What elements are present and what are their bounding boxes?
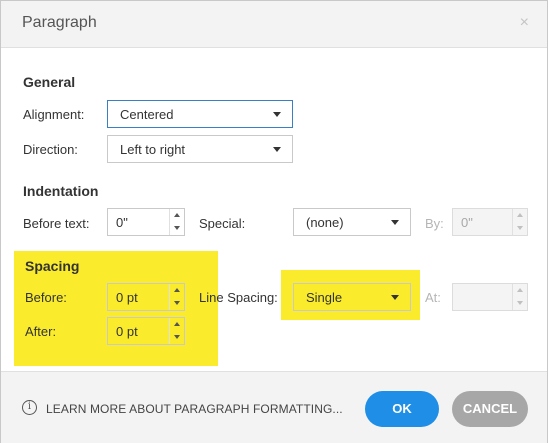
special-label: Special: <box>199 216 246 231</box>
after-label: After: <box>25 324 57 339</box>
direction-select[interactable]: Left to right <box>107 135 293 163</box>
at-label: At: <box>425 290 441 305</box>
alignment-select[interactable]: Centered <box>107 100 293 128</box>
line-spacing-label: Line Spacing: <box>199 290 278 305</box>
decrement-arrow-icon[interactable] <box>170 222 184 235</box>
info-icon[interactable]: i <box>22 400 37 415</box>
general-heading: General <box>23 74 76 90</box>
special-select[interactable]: (none) <box>293 208 411 236</box>
alignment-value: Centered <box>120 107 174 122</box>
direction-value: Left to right <box>120 142 186 157</box>
before-text-stepper[interactable]: 0" <box>107 208 185 236</box>
spacing-before-value: 0 pt <box>116 290 138 305</box>
chevron-down-icon <box>273 147 281 152</box>
spacing-before-stepper[interactable]: 0 pt <box>107 283 185 311</box>
increment-arrow-icon[interactable] <box>170 209 184 222</box>
spacing-after-value: 0 pt <box>116 324 138 339</box>
before-label: Before: <box>25 290 67 305</box>
decrement-arrow-icon[interactable] <box>513 222 527 235</box>
dialog-footer: i LEARN MORE ABOUT PARAGRAPH FORMATTING.… <box>1 371 547 443</box>
special-value: (none) <box>306 215 344 230</box>
close-icon[interactable]: × <box>520 14 529 32</box>
indentation-heading: Indentation <box>23 183 99 199</box>
before-text-label: Before text: <box>23 216 90 231</box>
direction-label: Direction: <box>23 142 78 157</box>
decrement-arrow-icon[interactable] <box>513 297 527 310</box>
ok-button[interactable]: OK <box>365 391 439 427</box>
at-stepper[interactable] <box>452 283 528 311</box>
by-value: 0" <box>461 215 473 230</box>
by-label: By: <box>425 216 444 231</box>
learn-more-link[interactable]: LEARN MORE ABOUT PARAGRAPH FORMATTING... <box>46 402 343 416</box>
line-spacing-select[interactable]: Single <box>293 283 411 311</box>
by-stepper[interactable]: 0" <box>452 208 528 236</box>
paragraph-dialog: Paragraph × General Alignment: Centered … <box>0 0 548 443</box>
chevron-down-icon <box>273 112 281 117</box>
increment-arrow-icon[interactable] <box>170 318 184 331</box>
chevron-down-icon <box>391 220 399 225</box>
decrement-arrow-icon[interactable] <box>170 331 184 344</box>
alignment-label: Alignment: <box>23 107 85 122</box>
before-text-value: 0" <box>116 215 128 230</box>
spacing-after-stepper[interactable]: 0 pt <box>107 317 185 345</box>
dialog-title: Paragraph <box>22 14 97 31</box>
cancel-button[interactable]: CANCEL <box>452 391 528 427</box>
decrement-arrow-icon[interactable] <box>170 297 184 310</box>
dialog-titlebar: Paragraph × <box>1 1 547 48</box>
line-spacing-value: Single <box>306 290 343 305</box>
increment-arrow-icon[interactable] <box>513 284 527 297</box>
increment-arrow-icon[interactable] <box>170 284 184 297</box>
spacing-heading: Spacing <box>25 258 80 274</box>
increment-arrow-icon[interactable] <box>513 209 527 222</box>
chevron-down-icon <box>391 295 399 300</box>
